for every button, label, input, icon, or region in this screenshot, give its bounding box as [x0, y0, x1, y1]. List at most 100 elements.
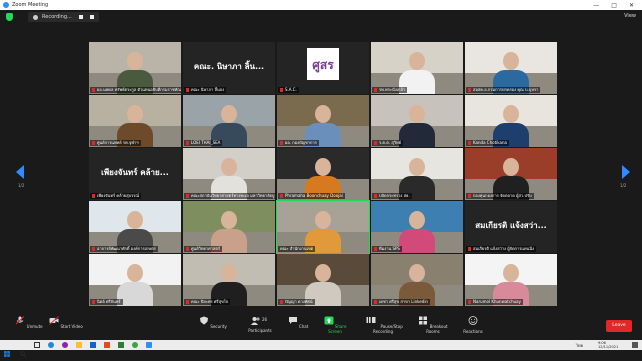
- participant-name-label: รพ.พระนั่งเกล้า: [372, 87, 408, 93]
- chat-button[interactable]: Chat: [286, 316, 310, 329]
- participant-tile[interactable]: ศูนย์วิทยาศาสตร์: [183, 201, 275, 253]
- muted-mic-icon: [186, 141, 189, 145]
- participant-display-name: เพียงจันทร์ คล้าย...: [101, 168, 169, 177]
- muted-mic-icon: [468, 300, 471, 304]
- language-indicator[interactable]: ไทย: [576, 342, 583, 349]
- prev-page-number: 1/2: [18, 183, 25, 188]
- leave-button[interactable]: Leave: [606, 320, 632, 332]
- breakout-rooms-button[interactable]: Breakout Rooms: [412, 316, 454, 334]
- participant-name-label: คณะสถาบันวิทยาศาสตร์ทางทะเล มหาวิทยาลัยบ…: [184, 193, 275, 199]
- participant-tile[interactable]: คณะ. นิษาภา ลิ้น... คณะ นิษาภา ลิ้นจง: [183, 42, 275, 94]
- participant-tile[interactable]: ผอ. กองบัญชาการ: [277, 95, 369, 147]
- window-title: Zoom Meeting: [12, 2, 49, 8]
- breakout-rooms-label: Breakout Rooms: [426, 324, 448, 334]
- share-screen-button[interactable]: Share Screen: [318, 316, 352, 334]
- participant-tile[interactable]: สอสค.อ.กรมการปกครอง คุณ บ.บุษรา: [465, 42, 557, 94]
- participants-button[interactable]: 26 Participants: [240, 316, 280, 333]
- participants-icon: 26: [251, 316, 269, 325]
- encryption-shield-icon[interactable]: [6, 13, 13, 21]
- participant-name: สอสค.อ.กรมการปกครอง คุณ บ.บุษรา: [473, 87, 539, 92]
- participant-tile[interactable]: เดชา ศรีสุข สาขา Linkedin: [371, 254, 463, 306]
- view-button[interactable]: View: [624, 13, 636, 19]
- participants-label: Participants: [248, 328, 272, 333]
- unmute-button[interactable]: Unmute: [14, 316, 44, 329]
- clock[interactable]: 9:06 12/11/2021: [598, 341, 619, 349]
- participant-name: คณะ นิษาภา ลิ้นจง: [191, 87, 225, 92]
- muted-mic-icon: [186, 247, 189, 251]
- powerpoint-icon[interactable]: [104, 342, 110, 348]
- word-icon[interactable]: [90, 342, 96, 348]
- breakout-rooms-icon: [419, 316, 428, 325]
- muted-mic-icon: [186, 88, 189, 92]
- participant-tile[interactable]: นิตย์ ศรีจันทร์: [89, 254, 181, 306]
- meeting-topbar: Recording... View: [0, 10, 642, 24]
- zoom-taskbar-icon[interactable]: [146, 342, 152, 348]
- participant-head: [315, 105, 331, 123]
- minimize-button[interactable]: —: [593, 2, 599, 9]
- unmute-label: Unmute: [26, 324, 43, 329]
- participant-tile[interactable]: อาจารย์พัฒนาศักดิ์ องค์การเกษตร: [89, 201, 181, 253]
- muted-mic-icon: [468, 141, 471, 145]
- participant-tile[interactable]: Phramaha Boonchuay Doojai: [277, 148, 369, 200]
- participant-tile[interactable]: คณะสถาบันวิทยาศาสตร์ทางทะเล มหาวิทยาลัยบ…: [183, 148, 275, 200]
- window-controls: — □ ✕: [593, 2, 634, 9]
- file-explorer-icon[interactable]: [76, 342, 82, 348]
- pause-stop-recording-button[interactable]: Pause/Stop Recording: [356, 316, 410, 334]
- next-page-arrow-icon[interactable]: [622, 165, 630, 179]
- participant-tile[interactable]: ทีมงาน SPS: [371, 201, 463, 253]
- prev-page-arrow-icon[interactable]: [16, 165, 24, 179]
- participant-tile[interactable]: ปลัดกระทรวง สธ.: [371, 148, 463, 200]
- participant-name: LOEI THAI_SEA: [191, 140, 221, 145]
- participant-tile[interactable]: ผอ.นพดล ทรัพย์ตระกูล ตัวแทนอธิบดีกรมราชท…: [89, 42, 181, 94]
- participant-name: คณะ ปิยะพร ศรีสุขใจ: [191, 299, 229, 304]
- app-icon[interactable]: [62, 342, 68, 348]
- participant-name: กองทุนกองการ จัดตลาด ผู้สว.ปรับ: [473, 193, 532, 198]
- muted-mic-icon: [468, 247, 471, 251]
- participant-tile[interactable]: ศูนย์การแพทย์ รพ.จุฬาฯ: [89, 95, 181, 147]
- chrome-icon[interactable]: [132, 342, 138, 348]
- participant-tile[interactable]: คณะ ปิยะพร ศรีสุขใจ: [183, 254, 275, 306]
- participant-tile[interactable]: Narumol Khunwatchuay: [465, 254, 557, 306]
- participant-tile[interactable]: คณะ สำนักงานเขต: [276, 200, 370, 254]
- windows-start-icon[interactable]: [4, 342, 10, 357]
- participant-tile[interactable]: Kanda Chotikana: [465, 95, 557, 147]
- muted-mic-icon: [92, 141, 95, 145]
- stop-recording-icon[interactable]: [89, 15, 94, 19]
- participant-head: [315, 264, 331, 282]
- clock-date: 12/11/2021: [598, 344, 619, 349]
- pause-recording-icon[interactable]: [78, 15, 83, 19]
- logo-text: ศูสร: [312, 58, 334, 72]
- muted-mic-icon: [374, 300, 377, 304]
- participant-tile[interactable]: ปัญญา ดวงทัศน์: [277, 254, 369, 306]
- search-icon[interactable]: [20, 342, 26, 357]
- muted-mic-icon: [186, 194, 189, 198]
- maximize-button[interactable]: □: [611, 2, 617, 9]
- reactions-button[interactable]: Reactions: [458, 316, 488, 334]
- participant-name: คณะสถาบันวิทยาศาสตร์ทางทะเล มหาวิทยาลัยบ…: [191, 193, 275, 198]
- participant-name-label: เพียงจันทร์ คล้ายสุบรรณ์: [90, 193, 142, 199]
- participant-tile[interactable]: ร.ต.ต. สุวิทย์: [371, 95, 463, 147]
- notifications-icon[interactable]: [632, 342, 638, 348]
- participant-tile[interactable]: เพียงจันทร์ คล้าย... เพียงจันทร์ คล้ายสุบ…: [89, 148, 181, 200]
- participant-tile[interactable]: ศูสร S.A.C.: [277, 42, 369, 94]
- chat-label: Chat: [298, 324, 309, 329]
- participant-name: ศูนย์วิทยาศาสตร์: [191, 246, 221, 251]
- participant-name: รพ.พระนั่งเกล้า: [379, 87, 406, 92]
- participant-tile[interactable]: รพ.พระนั่งเกล้า: [371, 42, 463, 94]
- participant-name-label: ร.ต.ต. สุวิทย์: [372, 140, 404, 146]
- excel-icon[interactable]: [118, 342, 124, 348]
- participant-head: [503, 264, 519, 282]
- edge-icon[interactable]: [48, 342, 54, 348]
- participant-name: เดชา ศรีสุข สาขา Linkedin: [379, 299, 428, 304]
- security-button[interactable]: Security: [198, 316, 228, 329]
- participant-head: [503, 158, 519, 176]
- participant-tile[interactable]: กองทุนกองการ จัดตลาด ผู้สว.ปรับ: [465, 148, 557, 200]
- task-view-icon[interactable]: [34, 342, 40, 348]
- start-video-button[interactable]: Start Video: [48, 316, 84, 329]
- start-video-label: Start Video: [60, 324, 83, 329]
- video-off-icon: [49, 316, 60, 325]
- close-button[interactable]: ✕: [629, 2, 634, 9]
- participant-name-label: Narumol Khunwatchuay: [466, 299, 523, 305]
- participant-tile[interactable]: สมเกียรติ แจ้งสว่า... สมเกียรติ แจ้งสว่าง…: [465, 201, 557, 253]
- participant-tile[interactable]: LOEI THAI_SEA: [183, 95, 275, 147]
